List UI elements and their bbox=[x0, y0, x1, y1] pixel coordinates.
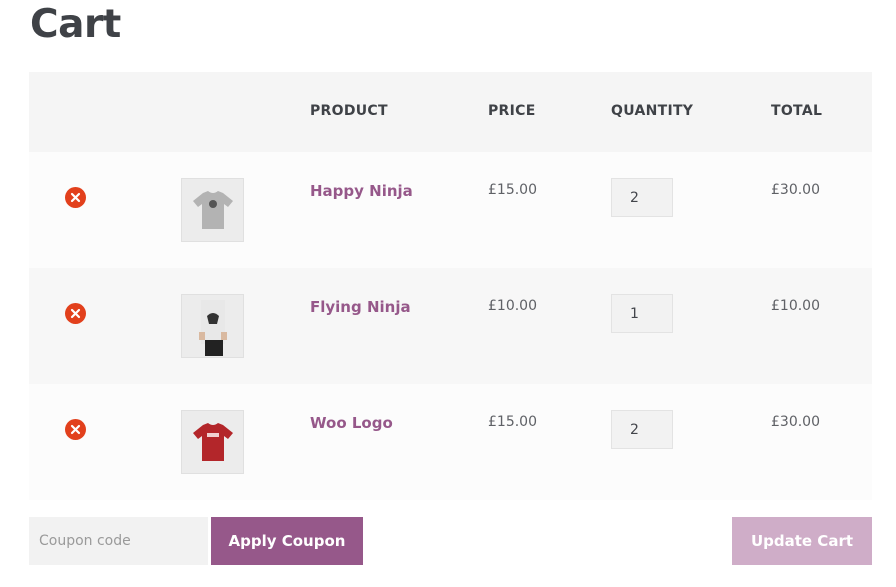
grey-tshirt-image bbox=[192, 191, 233, 229]
close-icon bbox=[70, 192, 81, 203]
page-title: Cart bbox=[30, 2, 121, 47]
product-price: £10.00 bbox=[488, 298, 537, 314]
product-name-link[interactable]: Happy Ninja bbox=[310, 182, 413, 200]
header-quantity: QUANTITY bbox=[611, 103, 694, 119]
quantity-input[interactable] bbox=[611, 410, 673, 449]
cart-table: PRODUCT PRICE QUANTITY TOTAL Happy Ninja… bbox=[29, 72, 872, 500]
poster-image bbox=[198, 300, 227, 356]
line-total: £10.00 bbox=[771, 298, 820, 314]
line-total: £30.00 bbox=[771, 414, 820, 430]
close-icon bbox=[70, 308, 81, 319]
red-tshirt-image bbox=[192, 423, 233, 461]
coupon-code-input[interactable] bbox=[29, 517, 208, 565]
apply-coupon-button[interactable]: Apply Coupon bbox=[211, 517, 363, 565]
cart-item-row: Happy Ninja £15.00 £30.00 bbox=[29, 152, 872, 268]
product-name-link[interactable]: Flying Ninja bbox=[310, 298, 411, 316]
product-name-link[interactable]: Woo Logo bbox=[310, 414, 393, 432]
quantity-input[interactable] bbox=[611, 178, 673, 217]
remove-item-button[interactable] bbox=[65, 303, 86, 324]
cart-actions: Apply Coupon Update Cart bbox=[29, 516, 872, 566]
close-icon bbox=[70, 424, 81, 435]
cart-item-row: Woo Logo £15.00 £30.00 bbox=[29, 384, 872, 500]
cart-item-row: Flying Ninja £10.00 £10.00 bbox=[29, 268, 872, 384]
remove-item-button[interactable] bbox=[65, 419, 86, 440]
product-thumbnail[interactable] bbox=[181, 410, 244, 474]
header-total: TOTAL bbox=[771, 103, 823, 119]
cart-table-header: PRODUCT PRICE QUANTITY TOTAL bbox=[29, 72, 872, 152]
product-price: £15.00 bbox=[488, 182, 537, 198]
line-total: £30.00 bbox=[771, 182, 820, 198]
product-thumbnail[interactable] bbox=[181, 294, 244, 358]
product-thumbnail[interactable] bbox=[181, 178, 244, 242]
quantity-input[interactable] bbox=[611, 294, 673, 333]
update-cart-button[interactable]: Update Cart bbox=[732, 517, 872, 565]
product-price: £15.00 bbox=[488, 414, 537, 430]
remove-item-button[interactable] bbox=[65, 187, 86, 208]
header-product: PRODUCT bbox=[310, 103, 388, 119]
header-price: PRICE bbox=[488, 103, 536, 119]
